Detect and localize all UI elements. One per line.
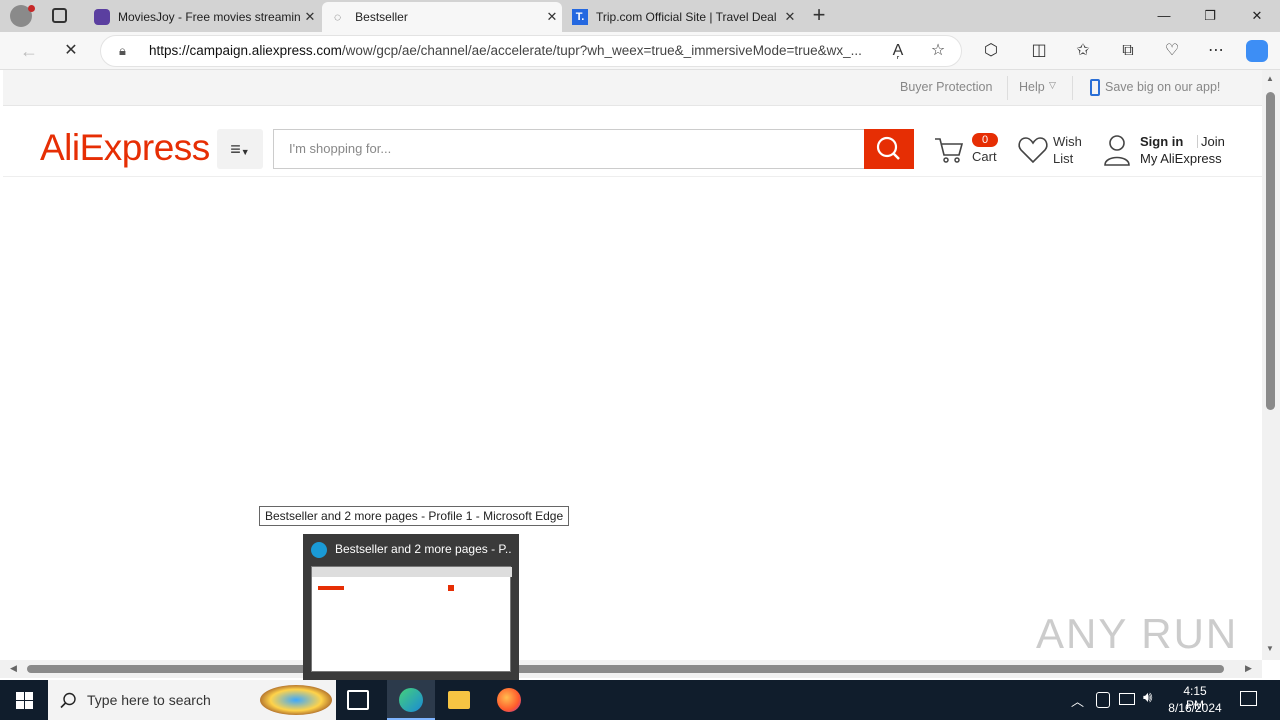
minimize-button[interactable]: —	[1141, 0, 1187, 32]
restore-button[interactable]: ❐	[1187, 0, 1233, 32]
read-aloud-icon[interactable]: A᷊	[885, 38, 911, 64]
notifications-icon[interactable]	[1240, 691, 1257, 706]
close-tab-icon[interactable]: ✕	[300, 9, 320, 25]
tray-chevron-up-icon[interactable]: ︿	[1071, 691, 1084, 710]
search-icon	[876, 136, 900, 160]
tab-actions-icon[interactable]	[52, 8, 67, 23]
heart-icon	[1018, 137, 1048, 164]
search-input[interactable]: I'm shopping for...	[273, 129, 865, 169]
category-menu-button[interactable]: ≡▼	[217, 129, 263, 169]
tripcom-favicon: T.	[572, 9, 588, 25]
tab-title: Bestseller	[355, 10, 408, 24]
windows-taskbar: Type here to search ︿ 🔊︎ 4:15 PM 8/16/20…	[0, 680, 1280, 720]
search-button[interactable]	[864, 129, 914, 169]
chevron-down-icon: ▽	[1049, 80, 1056, 90]
extensions-icon[interactable]: ⬡	[978, 38, 1004, 64]
search-highlight-icon	[260, 685, 332, 715]
taskbar-search-placeholder: Type here to search	[87, 692, 211, 708]
sign-in-link[interactable]: Sign in	[1140, 134, 1183, 149]
scroll-thumb[interactable]	[1266, 92, 1275, 410]
new-tab-button[interactable]: +	[806, 2, 832, 30]
tab-title: Trip.com Official Site | Travel Deal	[596, 10, 777, 24]
volume-icon[interactable]: 🔊︎	[1143, 689, 1152, 706]
thumbnail-page-preview	[311, 566, 512, 672]
start-button[interactable]	[0, 680, 48, 720]
wishlist-button[interactable]: Wish List	[1017, 131, 1087, 171]
scroll-right-arrow-icon[interactable]: ▶	[1245, 663, 1252, 674]
firefox-icon[interactable]	[497, 688, 521, 712]
windows-logo-icon	[16, 692, 33, 709]
tray-device-icon[interactable]	[1096, 692, 1110, 708]
help-link[interactable]: Help	[1019, 80, 1045, 94]
split-screen-icon[interactable]: ◫	[1026, 38, 1052, 64]
search-icon	[60, 692, 76, 709]
horizontal-scrollbar[interactable]: ◀ ▶	[0, 660, 1262, 678]
url-host: https://campaign.aliexpress.com	[149, 43, 342, 58]
url-path: /wow/gcp/ae/channel/ae/accelerate/tupr?w…	[341, 43, 862, 58]
lock-icon: 🔒︎	[119, 43, 126, 58]
join-link[interactable]: Join	[1201, 134, 1225, 149]
page-content: Buyer Protection Help ▽ Save big on our …	[0, 70, 1262, 660]
clock-date[interactable]: 8/16/2024	[1166, 701, 1224, 715]
tab-bar: MoviesJoy - Free movies streamin ✕ ◌ Bes…	[0, 0, 1280, 32]
preview-toolbar	[312, 567, 512, 577]
task-view-icon[interactable]	[347, 690, 369, 710]
preview-search-button	[448, 585, 454, 591]
watermark: ANY RUN	[1036, 610, 1239, 657]
back-arrow-icon[interactable]: ←	[16, 38, 42, 64]
collections-icon[interactable]: ⧉	[1115, 38, 1141, 64]
edge-icon	[311, 542, 327, 558]
vertical-scrollbar[interactable]: ▲ ▼	[1262, 70, 1280, 660]
close-window-button[interactable]: ✕	[1234, 0, 1280, 32]
moviesjoy-favicon	[94, 9, 110, 25]
browser-essentials-icon[interactable]: ♡	[1159, 38, 1185, 64]
window-tooltip: Bestseller and 2 more pages - Profile 1 …	[259, 506, 570, 526]
more-menu-icon[interactable]: ⋯	[1203, 38, 1229, 64]
app-promo-link[interactable]: Save big on our app!	[1105, 80, 1220, 94]
taskbar-thumbnail-preview[interactable]: Bestseller and 2 more pages - P...	[303, 534, 519, 680]
profile-notification-dot	[28, 5, 35, 12]
scroll-up-arrow-icon[interactable]: ▲	[1266, 74, 1274, 83]
taskbar-search-box[interactable]: Type here to search	[48, 680, 336, 720]
phone-icon	[1090, 79, 1100, 96]
close-tab-icon[interactable]: ✕	[780, 9, 800, 25]
favorite-star-icon[interactable]: ☆	[925, 38, 951, 64]
stop-loading-icon[interactable]: ✕	[58, 38, 84, 64]
file-explorer-icon[interactable]	[448, 691, 470, 709]
cart-button[interactable]: 0 Cart	[933, 131, 1003, 171]
thumbnail-title: Bestseller and 2 more pages - P...	[335, 542, 511, 556]
divider	[1007, 76, 1008, 100]
tab-title: MoviesJoy - Free movies streamin	[118, 10, 300, 24]
my-aliexpress-link[interactable]: My AliExpress	[1140, 151, 1222, 166]
loading-spinner-icon: ◌	[334, 10, 342, 24]
tab-bestseller[interactable]: ◌ Bestseller ✕	[322, 2, 562, 32]
divider	[1197, 135, 1198, 148]
cart-label: Cart	[972, 149, 997, 164]
cart-icon	[935, 138, 964, 163]
site-header: AliExpress ≡▼ I'm shopping for... 0 Cart…	[3, 106, 1262, 177]
wishlist-label-line2: List	[1053, 151, 1074, 166]
address-bar[interactable]: 🔒︎ https://campaign.aliexpress.com/wow/g…	[100, 35, 962, 67]
favorites-icon[interactable]: ✩	[1070, 38, 1096, 64]
tab-moviesjoy[interactable]: MoviesJoy - Free movies streamin ✕	[86, 2, 320, 32]
scroll-thumb[interactable]	[27, 665, 1224, 673]
buyer-protection-link[interactable]: Buyer Protection	[900, 80, 992, 94]
copilot-icon[interactable]	[1246, 40, 1268, 62]
tab-tripcom[interactable]: T. Trip.com Official Site | Travel Deal …	[564, 2, 800, 32]
edge-icon	[399, 688, 423, 712]
network-icon[interactable]	[1119, 693, 1135, 705]
account-menu[interactable]: Sign in Join My AliExpress	[1103, 131, 1228, 171]
top-links-strip: Buyer Protection Help ▽ Save big on our …	[3, 70, 1262, 106]
aliexpress-logo[interactable]: AliExpress	[40, 127, 210, 169]
user-icon	[1104, 135, 1130, 166]
scroll-down-arrow-icon[interactable]: ▼	[1266, 644, 1274, 653]
close-tab-icon[interactable]: ✕	[542, 9, 562, 25]
scroll-left-arrow-icon[interactable]: ◀	[10, 663, 17, 674]
edge-taskbar-button[interactable]	[387, 680, 435, 720]
preview-logo	[318, 586, 344, 590]
wishlist-label-line1: Wish	[1053, 134, 1082, 149]
divider	[1072, 76, 1073, 100]
cart-count-badge: 0	[972, 133, 998, 147]
